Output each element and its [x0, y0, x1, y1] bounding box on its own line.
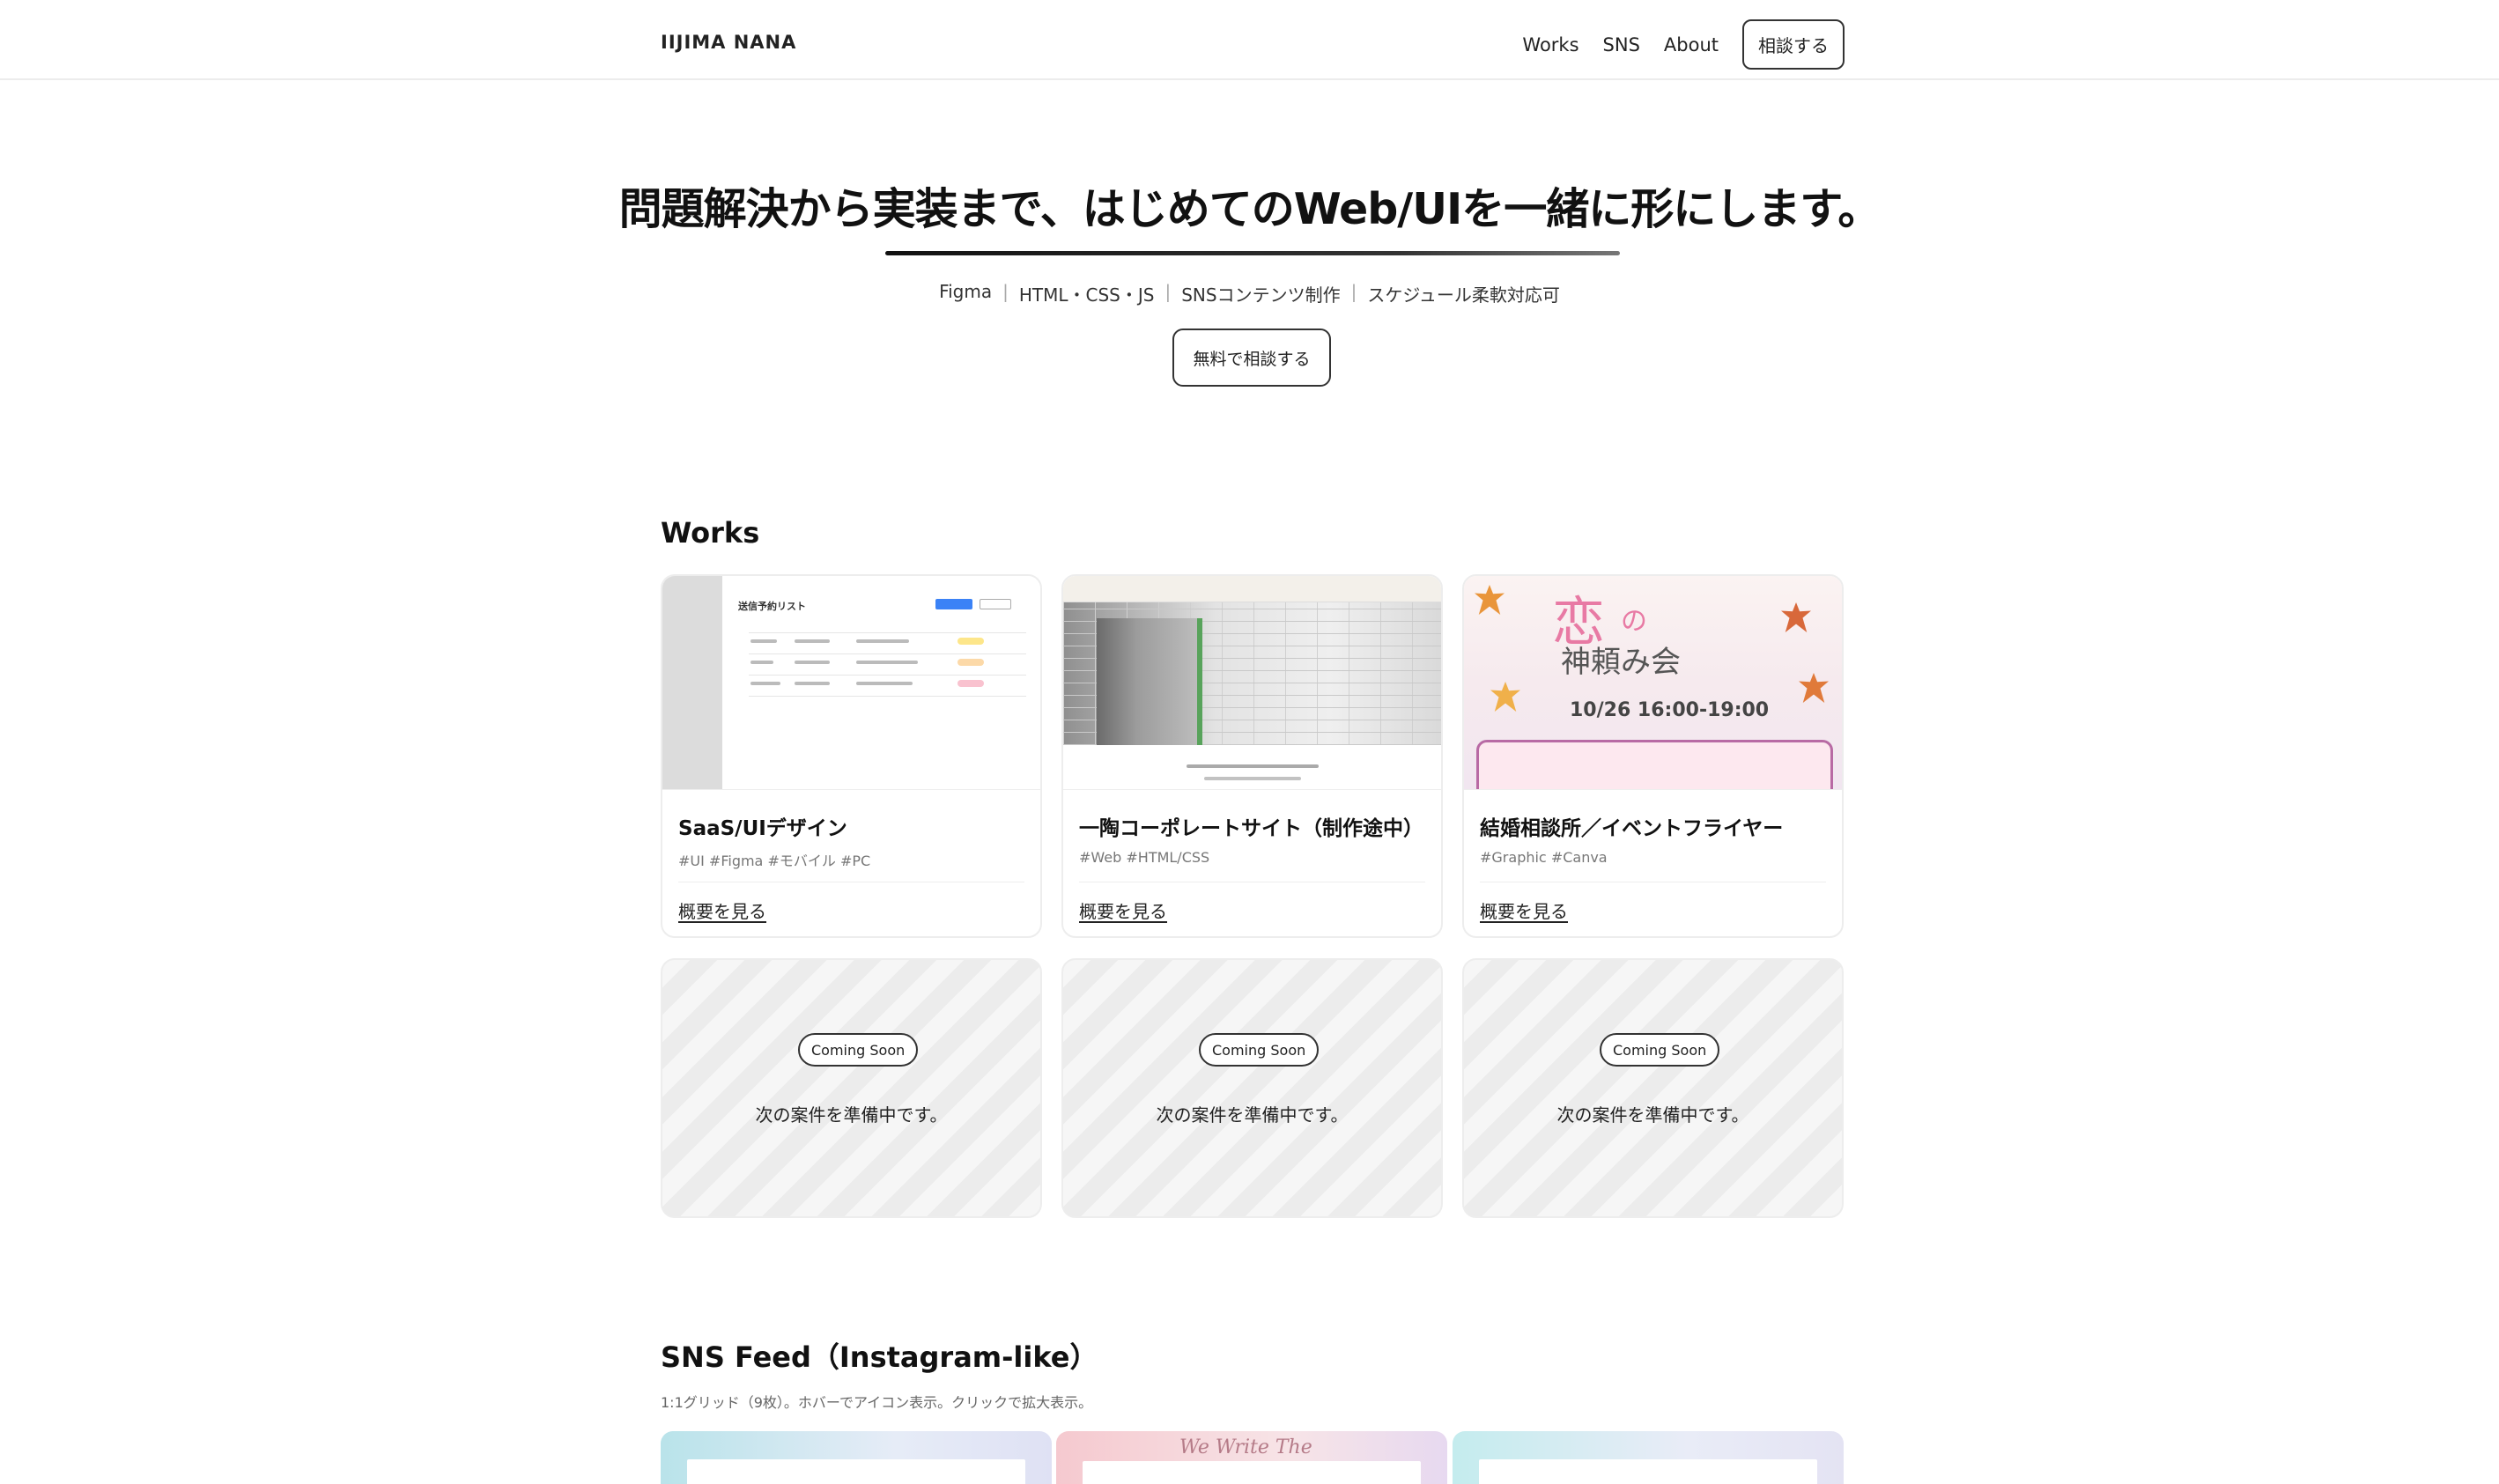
mock-cell	[795, 639, 830, 643]
work-card-title: 一陶コーポレートサイト（制作途中）	[1079, 817, 1423, 840]
mock-heading: 送信予約リスト	[738, 601, 806, 612]
nav-consult-button[interactable]: 相談する	[1742, 19, 1845, 70]
skill-separator: |	[1350, 281, 1357, 302]
maple-leaf-icon	[1799, 673, 1829, 703]
mock-primary-button	[935, 599, 972, 609]
mock-cell	[750, 682, 780, 685]
mock-status-pill	[957, 680, 984, 687]
nav-about-link[interactable]: About	[1664, 34, 1719, 55]
coming-soon-text: 次の案件を準備中です。	[1556, 1104, 1749, 1126]
nav-sns-link[interactable]: SNS	[1603, 34, 1640, 55]
work-card-title: SaaS/UIデザイン	[678, 817, 847, 840]
work-card-event-flyer[interactable]: 恋 の 神頼み会 10/26 16:00-19:00 結婚相談所／イベントフライ…	[1462, 574, 1844, 938]
sns-feed-item[interactable]: We Write The	[1056, 1431, 1447, 1484]
flyer-main-title: 神頼み会	[1561, 645, 1681, 680]
hero-skill-list: Figma | HTML・CSS・JS | SNSコンテンツ制作 | スケジュー…	[0, 281, 2499, 306]
work-card-tags: #UI #Figma #モバイル #PC	[678, 853, 871, 869]
site-header: IIJIMA NANA Works SNS About 相談する	[0, 0, 2499, 80]
maple-leaf-icon	[1490, 682, 1520, 712]
mock-site-header	[1063, 576, 1441, 602]
work-card-corporate-site[interactable]: 一陶コーポレートサイト（制作途中） #Web #HTML/CSS 概要を見る	[1061, 574, 1443, 938]
coming-soon-text: 次の案件を準備中です。	[1156, 1104, 1349, 1126]
mock-status-pill	[957, 659, 984, 666]
skill-item: スケジュール柔軟対応可	[1367, 284, 1560, 306]
hero-title: 問題解決から実装まで、はじめてのWeb/UIを一緒に形にします。	[618, 184, 1882, 234]
mock-door-photo	[1097, 618, 1202, 745]
skill-separator: |	[1164, 281, 1172, 302]
mock-caption	[1187, 764, 1319, 768]
view-summary-link[interactable]: 概要を見る	[1079, 897, 1167, 923]
view-summary-link[interactable]: 概要を見る	[678, 897, 766, 923]
coming-soon-card: Coming Soon 次の案件を準備中です。	[1061, 958, 1443, 1218]
coming-soon-text: 次の案件を準備中です。	[755, 1104, 948, 1126]
mock-cell	[795, 682, 830, 685]
mock-cell	[795, 661, 830, 664]
mock-cell	[750, 639, 777, 643]
nav-works-link[interactable]: Works	[1522, 34, 1579, 55]
coming-soon-card: Coming Soon 次の案件を準備中です。	[1462, 958, 1844, 1218]
mock-status-pill	[957, 638, 984, 645]
site-brand[interactable]: IIJIMA NANA	[661, 32, 796, 53]
mock-row	[749, 653, 1026, 654]
skill-item: Figma	[939, 281, 993, 302]
work-card-title: 結婚相談所／イベントフライヤー	[1480, 817, 1784, 840]
maple-leaf-icon	[1475, 585, 1505, 615]
sns-section-title: SNS Feed（Instagram-like）	[661, 1340, 1098, 1374]
flyer-heading-particle: の	[1621, 606, 1647, 637]
skill-separator: |	[1002, 281, 1009, 302]
work-thumbnail[interactable]: 恋 の 神頼み会 10/26 16:00-19:00	[1464, 576, 1842, 790]
skill-item: SNSコンテンツ制作	[1181, 284, 1341, 306]
free-consult-button[interactable]: 無料で相談する	[1172, 329, 1331, 387]
sns-post-card	[1083, 1461, 1421, 1484]
coming-soon-card: Coming Soon 次の案件を準備中です。	[661, 958, 1042, 1218]
work-thumbnail[interactable]	[1063, 576, 1441, 790]
sns-section-subtitle: 1:1グリッド（9枚）。ホバーでアイコン表示。クリックで拡大表示。	[661, 1394, 1093, 1411]
sns-post-card	[687, 1459, 1025, 1484]
flyer-date: 10/26 16:00-19:00	[1570, 699, 1770, 721]
coming-soon-badge: Coming Soon	[1199, 1033, 1320, 1067]
mock-cell	[856, 661, 918, 664]
mock-row	[749, 632, 1026, 633]
mock-cell	[856, 639, 909, 643]
work-card-tags: #Web #HTML/CSS	[1079, 849, 1210, 866]
flyer-info-box	[1476, 740, 1833, 789]
maple-leaf-icon	[1781, 602, 1811, 632]
sns-feed-item[interactable]	[661, 1431, 1052, 1484]
coming-soon-badge: Coming Soon	[798, 1033, 919, 1067]
sns-post-script-title: We Write The	[1179, 1436, 1312, 1458]
view-summary-link[interactable]: 概要を見る	[1480, 897, 1568, 923]
sns-feed-item[interactable]	[1453, 1431, 1844, 1484]
mock-row	[749, 675, 1026, 676]
mock-cell	[856, 682, 913, 685]
mock-caption	[1204, 777, 1301, 780]
works-section-title: Works	[661, 516, 760, 550]
hero-underline	[885, 251, 1620, 255]
work-card-saas[interactable]: 送信予約リスト SaaS/UIデザイン #UI #Figma #モバイル #PC…	[661, 574, 1042, 938]
main-nav: Works SNS About 相談する	[1522, 19, 1845, 70]
sns-post-card	[1479, 1459, 1817, 1484]
skill-item: HTML・CSS・JS	[1018, 284, 1155, 306]
coming-soon-badge: Coming Soon	[1600, 1033, 1720, 1067]
mock-cell	[750, 661, 773, 664]
work-thumbnail[interactable]: 送信予約リスト	[662, 576, 1040, 790]
mock-secondary-button	[980, 599, 1011, 609]
mock-row	[749, 696, 1026, 697]
work-card-tags: #Graphic #Canva	[1480, 849, 1608, 866]
mock-sidebar	[662, 576, 722, 789]
